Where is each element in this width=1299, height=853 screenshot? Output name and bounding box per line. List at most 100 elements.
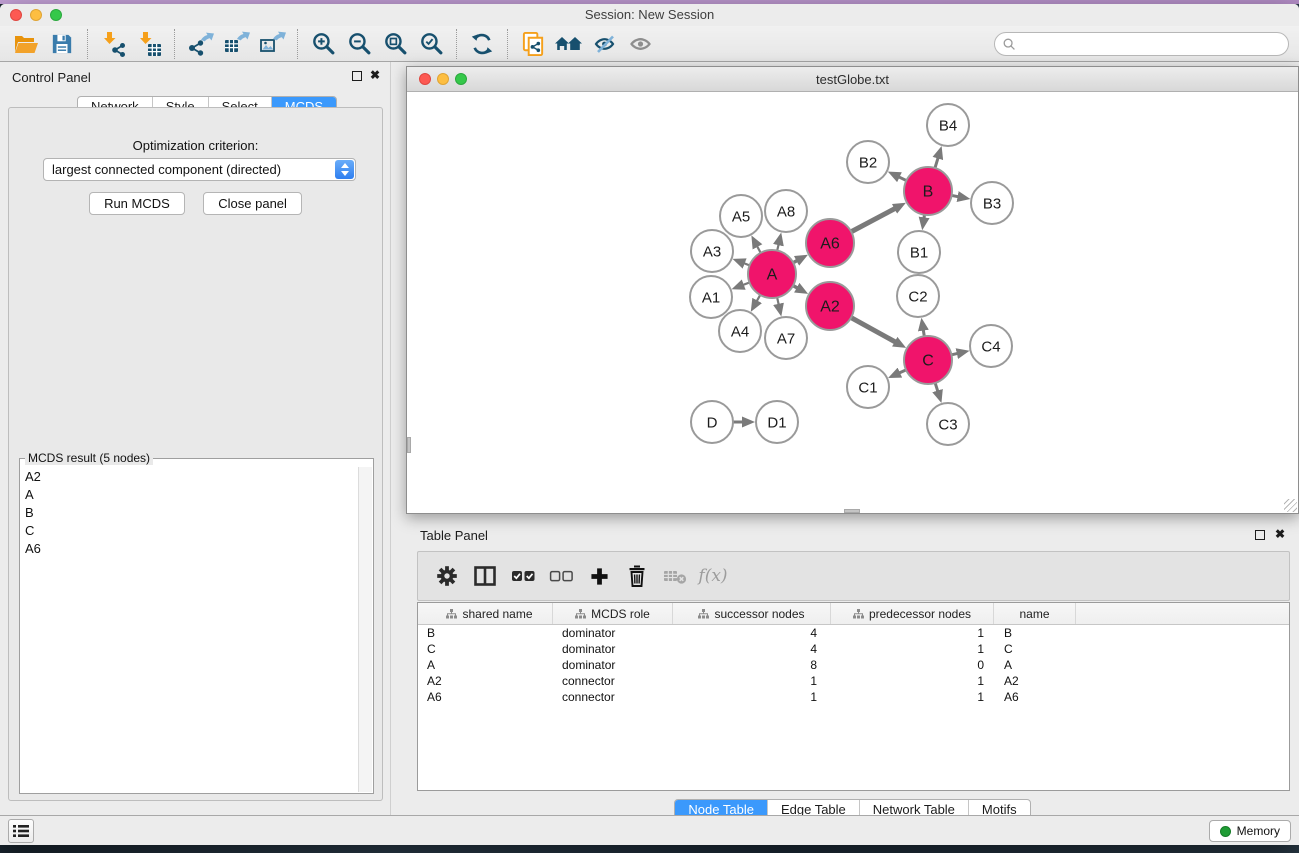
close-panel-icon[interactable]: ✖ bbox=[370, 68, 380, 82]
table-toolbar: f(x) bbox=[417, 551, 1290, 601]
graph-edge-C-C1[interactable] bbox=[897, 370, 906, 374]
graph-node-D1[interactable]: D1 bbox=[756, 401, 798, 443]
graph-edge-B-B4[interactable] bbox=[935, 156, 939, 168]
graph-node-A7[interactable]: A7 bbox=[765, 317, 807, 359]
column-header-successor-nodes[interactable]: successor nodes bbox=[673, 603, 831, 624]
mcds-result-scrollbar[interactable] bbox=[358, 467, 372, 792]
create-column-button[interactable] bbox=[580, 558, 618, 594]
graph-node-B[interactable]: B bbox=[904, 167, 952, 215]
graph-node-A1[interactable]: A1 bbox=[690, 276, 732, 318]
svg-text:B: B bbox=[923, 184, 934, 201]
column-header-mcds-role[interactable]: MCDS role bbox=[553, 603, 673, 624]
graph-edge-A-A4[interactable] bbox=[756, 295, 761, 303]
import-table-icon bbox=[136, 31, 162, 57]
table-cell: dominator bbox=[553, 658, 673, 672]
graph-node-D[interactable]: D bbox=[691, 401, 733, 443]
graph-node-C[interactable]: C bbox=[904, 336, 952, 384]
graph-edge-C-C3[interactable] bbox=[935, 383, 938, 394]
show-task-history-button[interactable] bbox=[8, 819, 34, 843]
graph-node-C1[interactable]: C1 bbox=[847, 366, 889, 408]
graph-edge-A6-B[interactable] bbox=[851, 207, 897, 231]
home-networks-button[interactable] bbox=[551, 28, 587, 60]
graph-edge-C-C2[interactable] bbox=[923, 328, 924, 337]
graph-node-B4[interactable]: B4 bbox=[927, 104, 969, 146]
table-row[interactable]: A2connector11A2 bbox=[418, 673, 1289, 689]
function-builder-button[interactable]: f(x) bbox=[694, 558, 732, 594]
zoom-out-button[interactable] bbox=[341, 28, 377, 60]
table-row[interactable]: Bdominator41B bbox=[418, 625, 1289, 641]
graph-node-B2[interactable]: B2 bbox=[847, 141, 889, 183]
graph-node-B1[interactable]: B1 bbox=[898, 231, 940, 273]
graph-edge-A-A1[interactable] bbox=[741, 282, 750, 285]
mcds-result-item[interactable]: B bbox=[21, 503, 358, 521]
canvas-horizontal-handle[interactable] bbox=[844, 509, 860, 513]
network-canvas[interactable]: B4 B2 B B3 A8A5 A6 A3 B1 A A1 C2 A2 A4A7 C4 C C1 D D1 C3 bbox=[407, 93, 1298, 513]
graph-node-C2[interactable]: C2 bbox=[897, 275, 939, 317]
table-cell: A6 bbox=[994, 690, 1076, 704]
graph-node-C3[interactable]: C3 bbox=[927, 403, 969, 445]
duplicate-network-button[interactable] bbox=[515, 28, 551, 60]
graph-node-A2[interactable]: A2 bbox=[806, 282, 854, 330]
table-row[interactable]: A6connector11A6 bbox=[418, 689, 1289, 705]
import-table-button[interactable] bbox=[131, 28, 167, 60]
mcds-result-item[interactable]: A2 bbox=[21, 467, 358, 485]
graph-node-C4[interactable]: C4 bbox=[970, 325, 1012, 367]
graph-edge-A-A3[interactable] bbox=[742, 262, 750, 265]
close-panel-button[interactable]: Close panel bbox=[203, 192, 302, 215]
export-network-button[interactable] bbox=[182, 28, 218, 60]
export-table-button[interactable] bbox=[218, 28, 254, 60]
graph-node-A[interactable]: A bbox=[748, 250, 796, 298]
canvas-vertical-handle[interactable] bbox=[407, 437, 411, 453]
column-header-name[interactable]: name bbox=[994, 603, 1076, 624]
mcds-result-item[interactable]: A6 bbox=[21, 539, 358, 557]
mcds-result-item[interactable]: C bbox=[21, 521, 358, 539]
graph-node-A4[interactable]: A4 bbox=[719, 310, 761, 352]
window-resize-grip[interactable] bbox=[1284, 499, 1297, 512]
refresh-network-button[interactable] bbox=[464, 28, 500, 60]
graph-node-B3[interactable]: B3 bbox=[971, 182, 1013, 224]
graph-edge-A2-C[interactable] bbox=[851, 318, 897, 344]
table-header-row: shared name MCDS role successor nodes bbox=[418, 603, 1289, 625]
criterion-select[interactable]: largest connected component (directed) bbox=[43, 158, 356, 181]
select-all-columns-button[interactable] bbox=[504, 558, 542, 594]
graph-edge-A-A2[interactable] bbox=[793, 286, 799, 289]
graph-edge-A-A5[interactable] bbox=[756, 244, 761, 253]
graph-edge-B-B2[interactable] bbox=[897, 176, 907, 181]
float-panel-icon[interactable] bbox=[352, 71, 362, 81]
table-options-button[interactable] bbox=[428, 558, 466, 594]
run-mcds-button[interactable]: Run MCDS bbox=[89, 192, 185, 215]
graph-edge-A-A6[interactable] bbox=[793, 259, 799, 262]
graph-edge-A-A7[interactable] bbox=[777, 297, 779, 306]
graph-edge-C-C4[interactable] bbox=[951, 353, 959, 355]
show-hidden-button[interactable] bbox=[623, 28, 659, 60]
zoom-fit-button[interactable] bbox=[377, 28, 413, 60]
column-header-predecessor-nodes[interactable]: predecessor nodes bbox=[831, 603, 994, 624]
deselect-all-columns-button[interactable] bbox=[542, 558, 580, 594]
zoom-selected-button[interactable] bbox=[413, 28, 449, 60]
attribute-tree-icon bbox=[853, 609, 864, 619]
mcds-result-item[interactable]: A bbox=[21, 485, 358, 503]
save-session-button[interactable] bbox=[44, 28, 80, 60]
graph-node-A8[interactable]: A8 bbox=[765, 190, 807, 232]
graph-edge-B-B3[interactable] bbox=[952, 195, 961, 197]
graph-edge-A-A8[interactable] bbox=[777, 242, 779, 250]
close-table-panel-icon[interactable]: ✖ bbox=[1275, 527, 1285, 541]
table-row[interactable]: Cdominator41C bbox=[418, 641, 1289, 657]
float-table-panel-icon[interactable] bbox=[1255, 530, 1265, 540]
graph-node-A5[interactable]: A5 bbox=[720, 195, 762, 237]
graph-node-A6[interactable]: A6 bbox=[806, 219, 854, 267]
import-network-button[interactable] bbox=[95, 28, 131, 60]
search-input[interactable] bbox=[1016, 34, 1288, 54]
memory-button[interactable]: Memory bbox=[1209, 820, 1291, 842]
toolbar-separator bbox=[87, 29, 88, 59]
export-image-button[interactable] bbox=[254, 28, 290, 60]
delete-table-button[interactable] bbox=[656, 558, 694, 594]
hide-selected-button[interactable] bbox=[587, 28, 623, 60]
graph-node-A3[interactable]: A3 bbox=[691, 230, 733, 272]
zoom-in-button[interactable] bbox=[305, 28, 341, 60]
table-row[interactable]: Adominator80A bbox=[418, 657, 1289, 673]
delete-columns-button[interactable] bbox=[618, 558, 656, 594]
column-header-shared-name[interactable]: shared name bbox=[418, 603, 553, 624]
open-session-button[interactable] bbox=[8, 28, 44, 60]
show-column-panel-button[interactable] bbox=[466, 558, 504, 594]
